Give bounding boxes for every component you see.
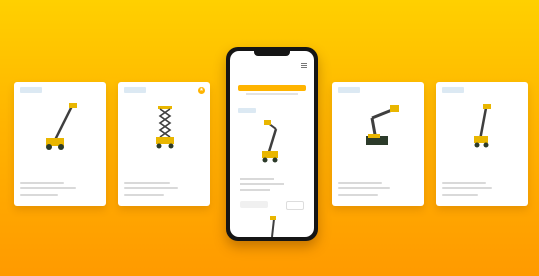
favorite-icon[interactable]: ★ (198, 87, 205, 94)
phone-mockup (226, 47, 318, 241)
brand-logo[interactable] (236, 61, 258, 69)
spec-line (338, 194, 378, 196)
category-badge (20, 87, 42, 93)
spec-line (240, 178, 274, 180)
spec-line (124, 194, 164, 196)
phone-notch (254, 51, 290, 56)
spec-line (124, 182, 170, 184)
product-card[interactable] (436, 82, 528, 206)
phone-screen (230, 51, 314, 237)
category-badge (338, 87, 360, 93)
product-card[interactable] (14, 82, 106, 206)
spec-line (442, 187, 492, 189)
spec-line (240, 189, 270, 191)
hero-subtitle-line (246, 93, 298, 95)
spec-line (338, 182, 382, 184)
category-badge (442, 87, 464, 93)
articulating-boom-lift-image (366, 105, 399, 145)
telescopic-boom-lift-image (46, 103, 77, 150)
spec-line (442, 194, 478, 196)
vertical-mast-lift-image (474, 104, 491, 148)
next-product-image (270, 216, 276, 237)
spec-line (338, 187, 390, 189)
product-card[interactable]: ★ (118, 82, 210, 206)
product-card[interactable] (332, 82, 424, 206)
spec-line (240, 183, 284, 185)
scissor-lift-image (156, 106, 174, 149)
category-badge (124, 87, 146, 93)
primary-button[interactable] (286, 201, 304, 210)
spec-line (124, 187, 178, 189)
category-badge (238, 108, 256, 113)
spec-line (20, 194, 58, 196)
product-image (262, 120, 278, 163)
hero-banner (238, 85, 306, 91)
menu-icon[interactable] (301, 63, 307, 68)
spec-line (20, 182, 64, 184)
secondary-button[interactable] (240, 201, 268, 208)
spec-line (442, 182, 486, 184)
spec-line (20, 187, 76, 189)
